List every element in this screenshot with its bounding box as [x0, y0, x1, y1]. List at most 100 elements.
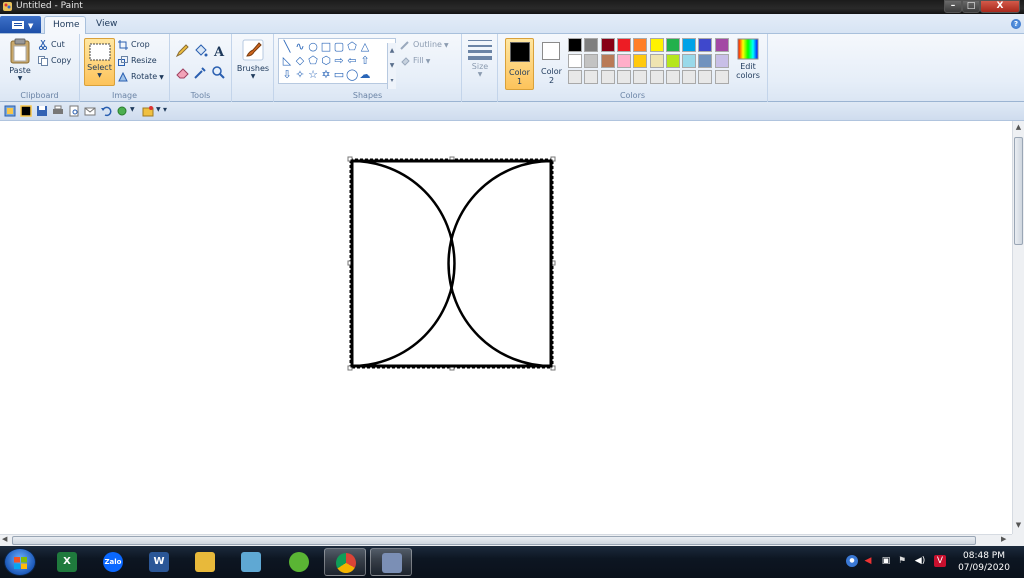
maximize-button[interactable]: □ [962, 0, 980, 13]
shapes-scroll[interactable]: ▲ ▼ ▾ [387, 43, 396, 89]
taskbar-app-word[interactable]: W [138, 548, 180, 576]
chevron-down-icon[interactable]: ▼ [156, 106, 161, 113]
tab-home[interactable]: Home [44, 16, 86, 34]
chevron-down-icon[interactable]: ▼ [130, 106, 135, 113]
color1-button[interactable]: Color 1 [505, 38, 534, 90]
chat-tray-icon[interactable]: ● [846, 555, 858, 567]
scroll-right-icon[interactable]: ▶ [1001, 535, 1006, 543]
palette-color-1-3[interactable] [600, 38, 615, 52]
palette-color-2-5[interactable] [633, 54, 648, 68]
curve-shape-icon[interactable]: ∿ [294, 41, 306, 53]
volume-icon[interactable]: ◀) [914, 555, 926, 567]
close-button[interactable]: X [980, 0, 1020, 13]
magnifier-icon[interactable] [211, 65, 226, 80]
paste-button[interactable]: Paste ▼ [6, 38, 34, 86]
palette-color-3-7[interactable] [665, 70, 680, 84]
palette-color-1-4[interactable] [616, 38, 631, 52]
palette-color-2-4[interactable] [616, 54, 631, 68]
action-center-flag-icon[interactable]: ⚑ [896, 555, 908, 567]
hexagon-shape-icon[interactable]: ⬡ [320, 55, 332, 67]
polygon-shape-icon[interactable]: ⬠ [346, 41, 358, 53]
right-arrow-shape-icon[interactable]: ⇨ [333, 55, 345, 67]
eraser-icon[interactable] [175, 65, 190, 80]
print-preview-icon[interactable] [68, 105, 80, 117]
pentagon-shape-icon[interactable]: ⬠ [307, 55, 319, 67]
palette-color-2-6[interactable] [649, 54, 664, 68]
six-point-star-shape-icon[interactable]: ✡ [320, 69, 332, 81]
brushes-button[interactable]: Brushes ▼ [236, 38, 270, 86]
rounded-rectangle-shape-icon[interactable]: ▢ [333, 41, 345, 53]
start-button[interactable] [4, 548, 36, 576]
vertical-scrollbar[interactable]: ▲ ▼ [1012, 121, 1024, 534]
horizontal-scroll-thumb[interactable] [12, 536, 976, 545]
palette-color-3-10[interactable] [714, 70, 729, 84]
palette-color-1-2[interactable] [584, 38, 599, 52]
selection-rectangle[interactable] [347, 156, 556, 371]
palette-color-2-3[interactable] [600, 54, 615, 68]
palette-color-1-9[interactable] [698, 38, 713, 52]
four-point-star-shape-icon[interactable]: ✧ [294, 69, 306, 81]
taskbar-app-notes[interactable] [230, 548, 272, 576]
up-arrow-shape-icon[interactable]: ⇧ [359, 55, 371, 67]
line-shape-icon[interactable]: ╲ [281, 41, 293, 53]
palette-color-2-7[interactable] [665, 54, 680, 68]
palette-color-1-7[interactable] [665, 38, 680, 52]
palette-color-2-2[interactable] [584, 54, 599, 68]
cloud-callout-shape-icon[interactable]: ☁ [359, 69, 371, 81]
diamond-shape-icon[interactable]: ◇ [294, 55, 306, 67]
taskbar-app-explorer[interactable] [184, 548, 226, 576]
palette-color-1-6[interactable] [649, 38, 664, 52]
oval-callout-shape-icon[interactable]: ◯ [346, 69, 358, 81]
text-tool-icon[interactable]: A [211, 43, 226, 58]
network-tray-icon[interactable]: ▣ [880, 555, 892, 567]
scroll-up-icon[interactable]: ▲ [1013, 123, 1024, 131]
vertical-scroll-thumb[interactable] [1014, 137, 1023, 245]
taskbar-app-zalo[interactable]: Zalo [92, 548, 134, 576]
system-clock[interactable]: 08:48 PM 07/09/2020 [952, 550, 1016, 574]
palette-color-2-8[interactable] [682, 54, 697, 68]
print-icon[interactable] [52, 105, 64, 117]
triangle-shape-icon[interactable]: △ [359, 41, 371, 53]
folder-star-icon[interactable] [142, 105, 154, 117]
rounded-callout-shape-icon[interactable]: ▭ [333, 69, 345, 81]
canvas-workspace[interactable] [0, 121, 1012, 534]
palette-color-1-5[interactable] [633, 38, 648, 52]
five-point-star-shape-icon[interactable]: ☆ [307, 69, 319, 81]
taskbar-app-green-app[interactable] [278, 548, 320, 576]
palette-color-2-10[interactable] [714, 54, 729, 68]
scroll-left-icon[interactable]: ◀ [2, 535, 7, 543]
oval-shape-icon[interactable]: ○ [307, 41, 319, 53]
arrow-left-tray-icon[interactable]: ◀ [862, 555, 874, 567]
palette-color-1-8[interactable] [682, 38, 697, 52]
taskbar-app-chrome[interactable] [324, 548, 366, 576]
edit-colors-button[interactable]: Edit colors [732, 38, 764, 88]
rotate-button[interactable]: Rotate ▼ [118, 70, 164, 84]
rectangle-shape-icon[interactable]: □ [320, 41, 332, 53]
left-arrow-shape-icon[interactable]: ⇦ [346, 55, 358, 67]
color2-button[interactable]: Color 2 [537, 38, 566, 90]
antivirus-tray-icon[interactable]: V [934, 555, 946, 567]
palette-color-3-8[interactable] [682, 70, 697, 84]
cut-button[interactable]: Cut [38, 38, 65, 52]
copy-button[interactable]: Copy [38, 54, 71, 68]
outline-button[interactable]: Outline ▼ [400, 38, 449, 52]
email-icon[interactable] [84, 105, 96, 117]
shapes-gallery[interactable]: ╲ ∿ ○ □ ▢ ⬠ △ ◺ ◇ ⬠ ⬡ ⇨ ⇦ ⇧ ⇩ ✧ ☆ ✡ ▭ ◯ … [278, 38, 396, 89]
minimize-button[interactable]: – [944, 0, 962, 13]
crop-button[interactable]: Crop [118, 38, 150, 52]
paint-menu-button[interactable]: ▼ [0, 16, 41, 33]
right-triangle-shape-icon[interactable]: ◺ [281, 55, 293, 67]
redo-icon[interactable] [116, 105, 128, 117]
horizontal-scrollbar[interactable]: ◀ ▶ [0, 534, 1012, 546]
taskbar-app-excel[interactable]: X [46, 548, 88, 576]
taskbar-app-paint[interactable] [370, 548, 412, 576]
scroll-down-icon[interactable]: ▼ [1013, 521, 1024, 529]
palette-color-1-1[interactable] [568, 38, 582, 52]
customize-toolbar-icon[interactable]: ▾ [163, 105, 167, 114]
color-picker-icon[interactable] [193, 65, 208, 80]
palette-color-3-2[interactable] [584, 70, 599, 84]
down-arrow-shape-icon[interactable]: ⇩ [281, 69, 293, 81]
palette-color-2-1[interactable] [568, 54, 582, 68]
save-icon[interactable] [36, 105, 48, 117]
size-button[interactable]: Size ▼ [466, 38, 494, 88]
